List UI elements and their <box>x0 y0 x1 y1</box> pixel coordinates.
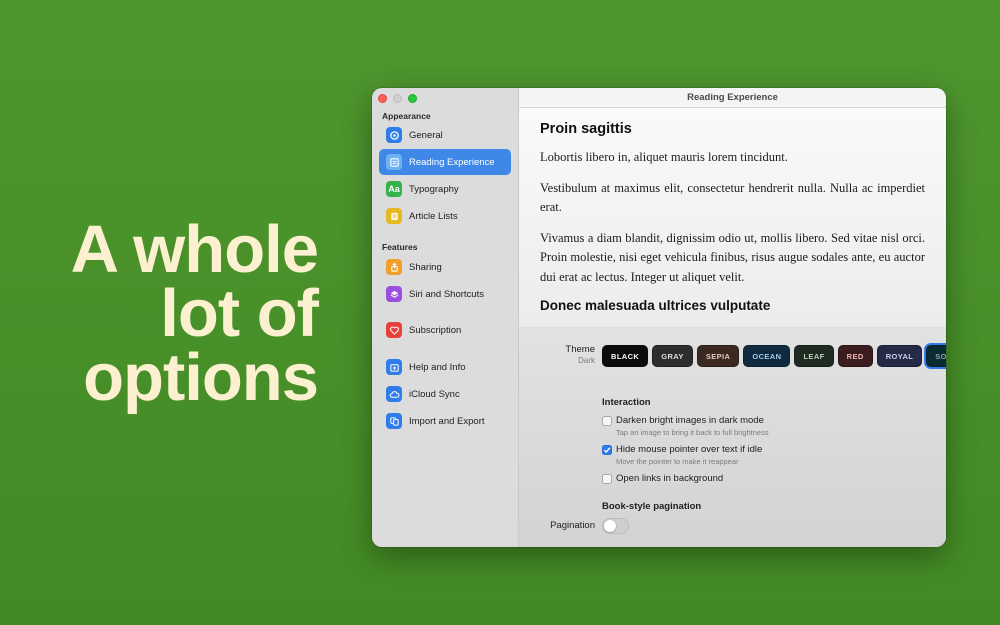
sidebar-heading-features: Features <box>382 242 418 252</box>
reading-doc-icon <box>386 154 402 170</box>
hero-headline: A whole lot of options <box>70 212 319 415</box>
theme-label-text: Theme <box>565 344 595 355</box>
sidebar-item-label: Siri and Shortcuts <box>409 288 484 300</box>
option-hint: Move the pointer to make it reappear <box>616 457 739 466</box>
main-pane: Reading Experience Proin sagittis Lobort… <box>519 88 946 547</box>
theme-chip-leaf[interactable]: LEAF <box>794 345 834 367</box>
theme-chip-solarized[interactable]: SOLARIZED <box>926 345 946 367</box>
window-title: Reading Experience <box>519 88 946 108</box>
hide-pointer-checkbox[interactable] <box>602 445 612 455</box>
sidebar-item-label: Help and Info <box>409 361 466 373</box>
sidebar-item-article-lists[interactable]: Article Lists <box>379 203 511 229</box>
article-list-icon <box>386 208 402 224</box>
sidebar-item-siri-shortcuts[interactable]: Siri and Shortcuts <box>379 281 511 307</box>
typography-aa-icon: Aa <box>386 181 402 197</box>
zoom-window-button[interactable] <box>408 94 417 103</box>
sidebar-item-label: Typography <box>409 183 459 195</box>
settings-panel: Theme Dark BLACK GRAY SEPIA OCEAN LEAF R… <box>519 328 946 547</box>
cloud-icon <box>386 386 402 402</box>
preview-paragraph-2: Vestibulum at maximus elit, consectetur … <box>540 180 925 215</box>
option-label: Darken bright images in dark mode <box>616 415 764 426</box>
interaction-heading: Interaction <box>602 397 651 408</box>
sidebar-item-sharing[interactable]: Sharing <box>379 254 511 280</box>
sidebar-item-general[interactable]: General <box>379 122 511 148</box>
theme-chip-ocean[interactable]: OCEAN <box>743 345 791 367</box>
theme-chip-sepia[interactable]: SEPIA <box>696 345 740 367</box>
open-links-checkbox[interactable] <box>602 474 612 484</box>
pagination-label: Pagination <box>550 520 595 531</box>
preferences-window: Appearance General Reading Experience Aa… <box>372 88 946 547</box>
option-open-links-background[interactable]: Open links in background <box>602 473 723 484</box>
sidebar-item-typography[interactable]: Aa Typography <box>379 176 511 202</box>
import-export-icon <box>386 413 402 429</box>
option-label: Hide mouse pointer over text if idle <box>616 444 763 455</box>
heart-icon <box>386 322 402 338</box>
hero-line-2: lot of <box>160 276 319 351</box>
option-label: Open links in background <box>616 473 724 484</box>
theme-picker: BLACK GRAY SEPIA OCEAN LEAF RED ROYAL SO… <box>602 345 946 367</box>
share-icon <box>386 259 402 275</box>
theme-chip-red[interactable]: RED <box>837 345 873 367</box>
close-window-button[interactable] <box>378 94 387 103</box>
sidebar-item-help-info[interactable]: Help and Info <box>379 354 511 380</box>
sidebar-item-label: iCloud Sync <box>409 388 460 400</box>
theme-current-value: Dark <box>578 356 595 365</box>
option-darken-images[interactable]: Darken bright images in dark mode Tap an… <box>602 415 769 437</box>
sidebar-item-label: Sharing <box>409 261 442 273</box>
preview-paragraph-3: Vivamus a diam blandit, dignissim odio u… <box>540 230 925 284</box>
sidebar-item-subscription[interactable]: Subscription <box>379 317 511 343</box>
gear-circle-icon <box>386 127 402 143</box>
sidebar-item-icloud-sync[interactable]: iCloud Sync <box>379 381 511 407</box>
checkmark-icon <box>603 447 611 454</box>
pagination-toggle[interactable] <box>602 518 629 534</box>
sidebar: Appearance General Reading Experience Aa… <box>372 88 519 547</box>
pagination-heading: Book-style pagination <box>602 501 702 512</box>
minimize-window-button[interactable] <box>393 94 402 103</box>
theme-label: Theme Dark <box>549 344 595 365</box>
help-info-icon <box>386 359 402 375</box>
window-controls <box>378 94 417 103</box>
sidebar-item-label: Article Lists <box>409 210 458 222</box>
shortcuts-icon <box>386 286 402 302</box>
sidebar-heading-appearance: Appearance <box>382 111 431 121</box>
darken-images-checkbox[interactable] <box>602 416 612 426</box>
toggle-knob <box>604 520 616 532</box>
reading-preview: Proin sagittis Lobortis libero in, aliqu… <box>519 108 946 328</box>
option-hide-pointer[interactable]: Hide mouse pointer over text if idle Mov… <box>602 444 762 466</box>
theme-chip-black[interactable]: BLACK <box>602 345 649 367</box>
theme-chip-royal[interactable]: ROYAL <box>876 345 923 367</box>
hero-line-1: A whole <box>70 212 319 287</box>
hero-line-3: options <box>83 340 319 415</box>
preview-heading-2: Donec malesuada ultrices vulputate <box>540 298 771 313</box>
sidebar-item-label: Reading Experience <box>409 156 495 168</box>
sidebar-item-label: Subscription <box>409 324 462 336</box>
preview-paragraph-1: Lobortis libero in, aliquet mauris lorem… <box>540 150 788 164</box>
option-hint: Tap an image to bring it back to full br… <box>616 428 769 437</box>
sidebar-item-reading-experience[interactable]: Reading Experience <box>379 149 511 175</box>
sidebar-item-import-export[interactable]: Import and Export <box>379 408 511 434</box>
theme-chip-gray[interactable]: GRAY <box>652 345 693 367</box>
sidebar-item-label: Import and Export <box>409 415 485 427</box>
sidebar-item-label: General <box>409 129 443 141</box>
preview-heading-1: Proin sagittis <box>540 121 632 137</box>
